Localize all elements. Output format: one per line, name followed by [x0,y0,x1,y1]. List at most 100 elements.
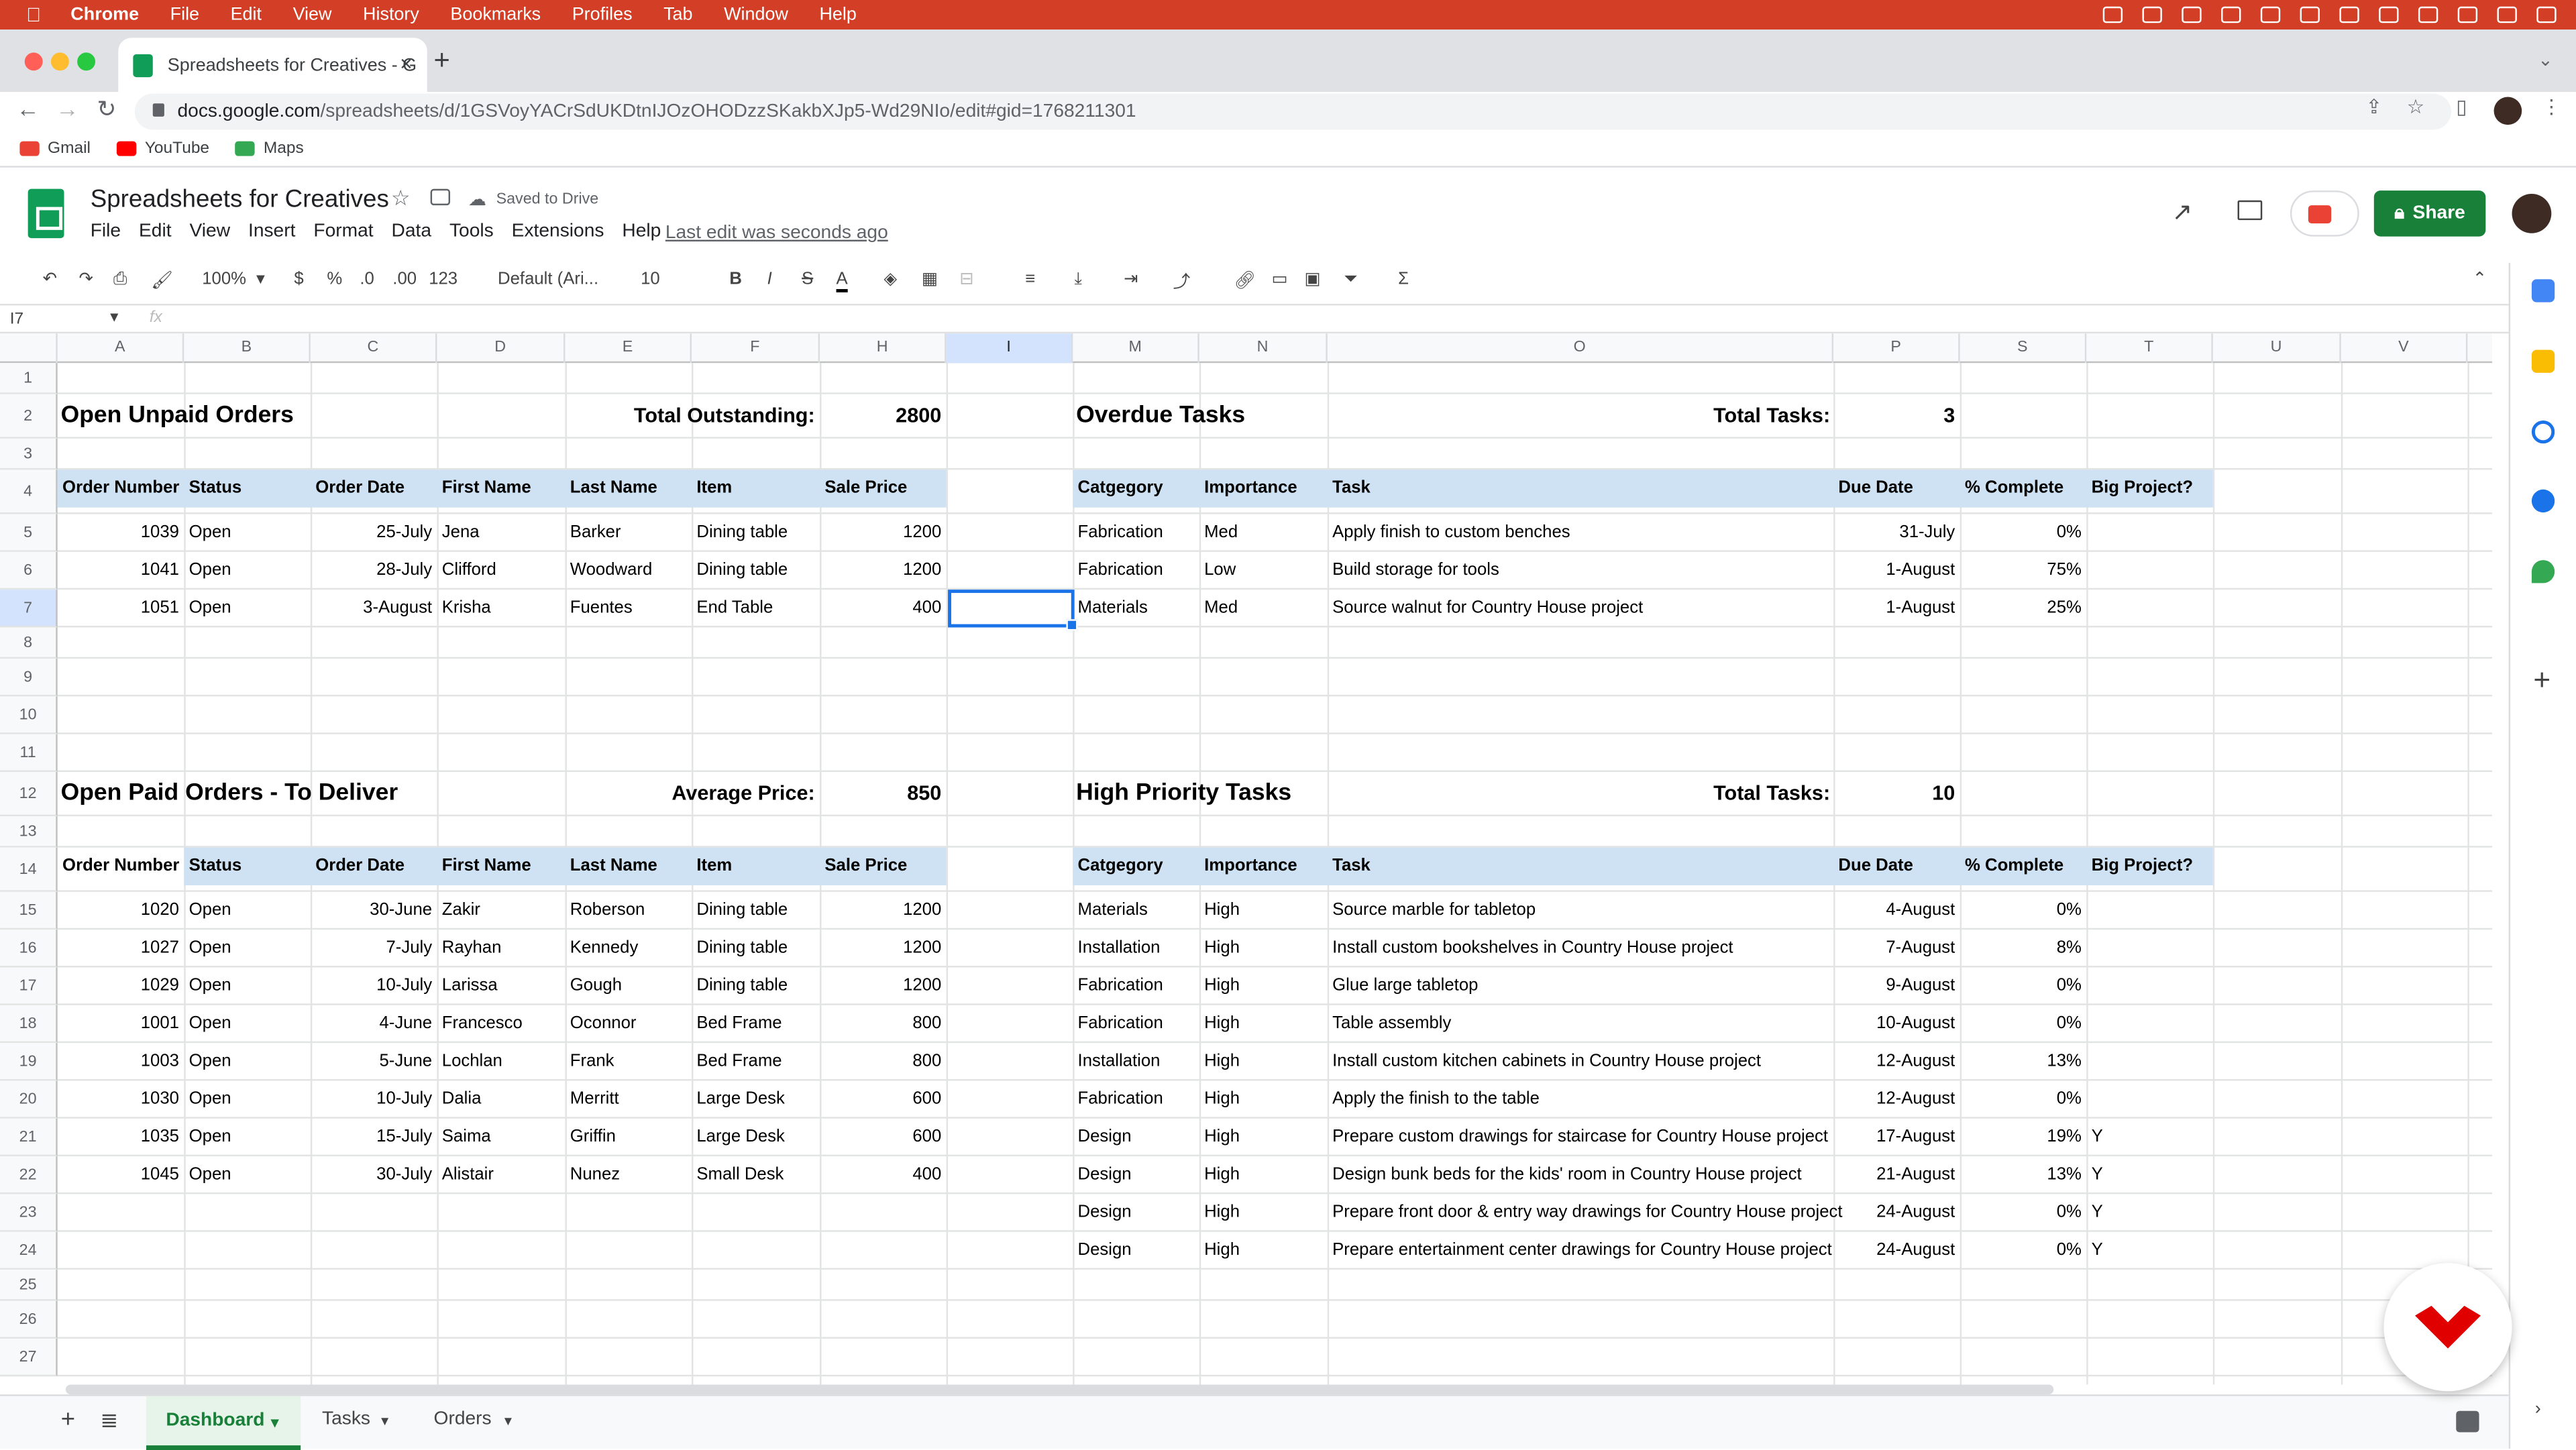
insert-comment-icon[interactable]: ▭ [1272,270,1288,289]
chevron-down-icon[interactable]: ▾ [381,1412,388,1431]
menu-data[interactable]: Data [392,222,432,241]
row-header-9[interactable]: 9 [0,659,58,697]
currency-button[interactable]: $ [294,270,303,289]
increase-decimal-button[interactable]: .00 [392,270,417,289]
decrease-decimal-button[interactable]: .0 [360,270,374,289]
row-header-22[interactable]: 22 [0,1156,58,1194]
meet-button[interactable] [2290,190,2359,237]
zoom-select[interactable]: 100% [202,270,246,289]
row-header-20[interactable]: 20 [0,1080,58,1119]
row-header-3[interactable]: 3 [0,438,58,470]
window-minimize-button[interactable] [50,52,69,71]
trending-icon[interactable]: ↗ [2172,197,2193,227]
collapse-toolbar-icon[interactable]: ⌃ [2473,270,2487,289]
share-page-icon[interactable]: ⇪ [2366,95,2383,118]
menu-help[interactable]: Help [622,222,661,241]
all-sheets-icon[interactable]: ≣ [100,1408,118,1434]
zoom-chevron-down-icon[interactable]: ▾ [256,270,265,289]
italic-button[interactable]: I [767,270,772,289]
column-header-u[interactable]: U [2213,333,2341,364]
column-header-e[interactable]: E [565,333,692,364]
filter-icon[interactable]: ⏷ [1344,270,1358,291]
column-header-p[interactable]: P [1833,333,1960,364]
borders-icon[interactable]: ▦ [922,270,938,289]
mac-menu-bookmarks[interactable]: Bookmarks [450,5,541,24]
window-zoom-button[interactable] [77,52,96,71]
select-all-corner[interactable] [0,333,58,364]
text-color-button[interactable]: A [836,270,848,292]
row-header-6[interactable]: 6 [0,551,58,590]
row-header-10[interactable]: 10 [0,696,58,734]
share-button[interactable]: 🔒︎ Share [2373,190,2486,237]
forward-icon[interactable]: → [56,95,78,121]
chevron-down-icon[interactable]: ▾ [504,1412,512,1431]
reload-icon[interactable]: ↻ [97,95,116,123]
row-header-7[interactable]: 7 [0,590,58,628]
font-size-select[interactable]: 10 [641,270,660,289]
fill-color-icon[interactable]: ◈ [884,270,898,289]
row-header-23[interactable]: 23 [0,1194,58,1232]
maps-side-icon[interactable] [2531,560,2555,583]
row-header-11[interactable]: 11 [0,734,58,773]
chevron-down-icon[interactable]: ▾ [271,1414,278,1433]
row-header-13[interactable]: 13 [0,816,58,848]
document-title[interactable]: Spreadsheets for Creatives [91,186,389,214]
star-icon[interactable]: ☆ [391,186,411,212]
mac-app-name[interactable]: Chrome [70,5,139,24]
column-header-o[interactable]: O [1328,333,1834,364]
bookmark-youtube[interactable]: YouTube [117,140,209,158]
wifi-icon[interactable] [2339,6,2359,23]
column-header-i[interactable]: I [946,333,1073,364]
control-center-icon[interactable] [2497,6,2517,23]
name-box-chevron-icon[interactable]: ▾ [110,309,118,327]
align-vertical-icon[interactable]: ⤓ [1075,270,1082,291]
column-header-c[interactable]: C [311,333,437,364]
contacts-icon[interactable] [2531,489,2555,513]
text-rotate-icon[interactable]: ⤴ [1173,270,1191,294]
row-header-5[interactable]: 5 [0,514,58,552]
row-header-2[interactable]: 2 [0,394,58,439]
column-header-b[interactable]: B [184,333,311,364]
row-header-12[interactable]: 12 [0,772,58,817]
row-header-15[interactable]: 15 [0,891,58,930]
cloud-icon[interactable] [2142,6,2162,23]
bookmark-maps[interactable]: Maps [235,140,304,158]
mac-menu-edit[interactable]: Edit [231,5,262,24]
explore-icon[interactable] [2456,1410,2479,1433]
row-header-25[interactable]: 25 [0,1270,58,1301]
url-bar[interactable]: docs.google.com /spreadsheets/d/1GSVoyYA… [134,93,2451,130]
window-close-button[interactable] [24,52,43,71]
row-header-27[interactable]: 27 [0,1338,58,1377]
insert-link-icon[interactable]: 🔗︎ [1234,270,1256,290]
add-sheet-icon[interactable]: + [61,1406,75,1434]
row-header-4[interactable]: 4 [0,469,58,514]
column-header-f[interactable]: F [692,333,820,364]
spotlight-search-icon[interactable] [2457,6,2478,23]
expand-panel-chevron-icon[interactable]: › [2535,1400,2541,1419]
row-header-26[interactable]: 26 [0,1300,58,1339]
row-header-24[interactable]: 24 [0,1231,58,1270]
menu-insert[interactable]: Insert [248,222,295,241]
row-header-17[interactable]: 17 [0,967,58,1005]
row-header-1[interactable]: 1 [0,363,58,394]
profile-avatar[interactable] [2493,97,2522,125]
paint-format-icon[interactable]: 🖌︎ [151,270,173,290]
close-tab-icon[interactable]: × [400,51,413,76]
print-icon[interactable]: ⎙ [113,270,127,291]
account-avatar[interactable] [2512,193,2552,233]
bold-button[interactable]: B [729,270,742,289]
tab-search-chevron-icon[interactable]: ⌄ [2538,49,2553,70]
back-icon[interactable]: ← [16,95,39,121]
font-select[interactable]: Default (Ari... [498,270,598,289]
sync-icon[interactable] [2182,6,2202,23]
add-addon-icon[interactable]: + [2533,663,2551,698]
functions-icon[interactable]: Σ [1398,270,1409,289]
settings-icon[interactable] [2260,6,2281,23]
row-header-18[interactable]: 18 [0,1005,58,1044]
mac-menu-profiles[interactable]: Profiles [572,5,633,24]
browser-tab[interactable]: Spreadsheets for Creatives - G × [118,38,427,93]
browser-menu-icon[interactable]: ⋮ [2542,95,2561,118]
display-icon[interactable] [2221,6,2241,23]
horizontal-scrollbar[interactable] [65,1384,2054,1395]
keep-icon[interactable] [2531,349,2555,373]
